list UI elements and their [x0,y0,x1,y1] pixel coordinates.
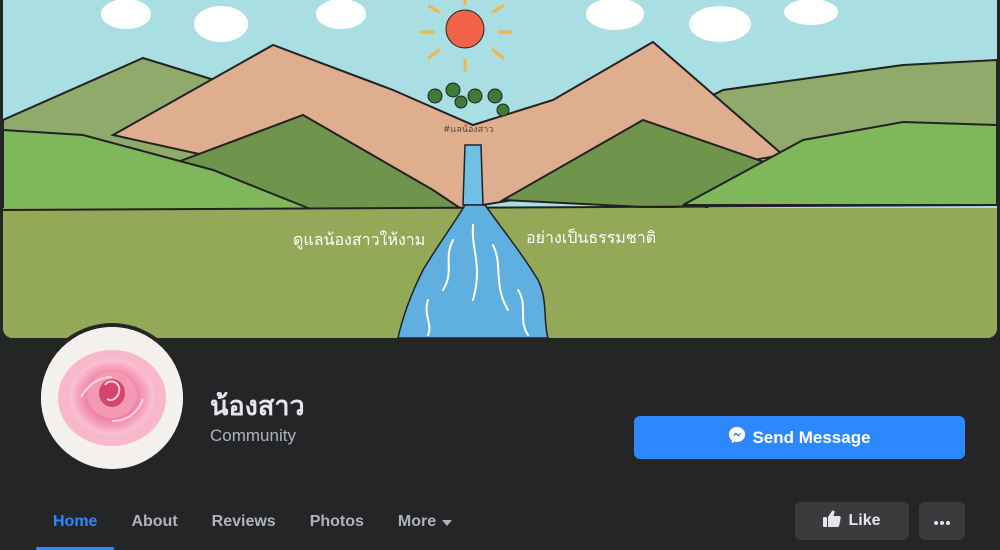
avatar [41,327,183,469]
send-message-button[interactable]: Send Message [634,416,965,459]
like-label: Like [848,512,881,529]
cover-illustration: ดูแลน้องสาวให้งาม อย่างเป็นธรรมชาติ #แลน… [3,0,997,338]
messenger-icon [728,426,746,449]
tab-more[interactable]: More [381,498,469,546]
caret-down-icon [442,513,453,531]
ellipsis-icon [934,512,950,530]
tab-reviews[interactable]: Reviews [195,498,293,546]
sun [445,9,485,49]
send-message-label: Send Message [752,427,871,447]
tab-photos[interactable]: Photos [293,498,381,546]
thumbs-up-icon [823,510,842,532]
tab-photos-label: Photos [309,513,364,530]
cover-caption-left: ดูแลน้องสาวให้งาม [293,230,425,250]
tab-reviews-label: Reviews [211,513,276,530]
tab-home[interactable]: Home [36,498,115,550]
profile-picture[interactable] [37,323,187,473]
tab-about-label: About [131,513,178,530]
cover-hashtag: #แลน้องสาว [443,124,493,135]
cover-photo[interactable]: ดูแลน้องสาวให้งาม อย่างเป็นธรรมชาติ #แลน… [3,0,997,338]
page-tabs: Home About Reviews Photos More [36,498,469,550]
like-button[interactable]: Like [795,502,909,540]
rose-image [41,327,183,469]
page-category[interactable]: Community [210,426,296,446]
cover-caption-right: อย่างเป็นธรรมชาติ [526,227,656,247]
page-title: น้องสาว [210,391,305,422]
tab-home-label: Home [53,513,98,530]
tab-about[interactable]: About [114,498,194,546]
more-actions-button[interactable] [919,502,965,540]
tab-more-label: More [397,513,437,530]
